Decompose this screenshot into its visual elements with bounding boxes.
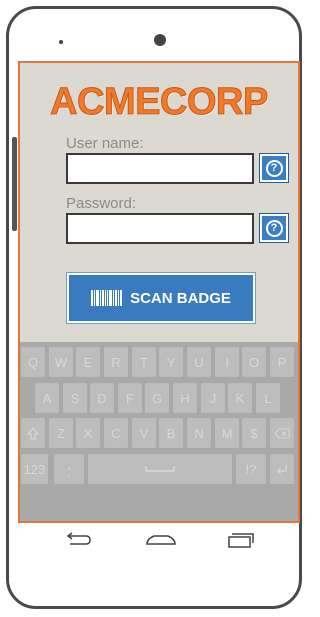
numbers-key[interactable]: 123: [21, 454, 48, 484]
period-label: .: [67, 465, 71, 480]
enter-icon: [277, 464, 287, 474]
backspace-icon: [274, 427, 290, 439]
key[interactable]: O: [242, 347, 266, 377]
enter-key[interactable]: [270, 454, 294, 484]
key[interactable]: E: [76, 347, 100, 377]
key[interactable]: P: [270, 347, 294, 377]
recents-icon[interactable]: [226, 531, 256, 549]
keyboard: Q W E R T Y U I O P A S D F G H J K L Z …: [20, 342, 298, 521]
key[interactable]: A: [35, 383, 59, 413]
key[interactable]: N: [187, 418, 211, 448]
scan-badge-label: SCAN BADGE: [130, 289, 231, 307]
symbols-key[interactable]: !?: [236, 454, 266, 484]
backspace-key[interactable]: [270, 418, 294, 448]
password-field[interactable]: [66, 213, 254, 244]
key[interactable]: J: [201, 383, 225, 413]
key[interactable]: G: [145, 383, 169, 413]
key[interactable]: W: [49, 347, 73, 377]
key[interactable]: S: [63, 383, 87, 413]
app-screen: ACMECORP User name: ? Password: ? SCAN B…: [18, 61, 300, 523]
space-icon: [145, 466, 175, 472]
username-help-button[interactable]: ?: [259, 153, 289, 183]
key[interactable]: R: [104, 347, 128, 377]
key[interactable]: H: [173, 383, 197, 413]
key[interactable]: $: [242, 418, 266, 448]
barcode-icon: [91, 290, 123, 306]
help-icon: ?: [265, 159, 283, 177]
username-label: User name:: [66, 135, 144, 152]
space-key[interactable]: [88, 454, 232, 484]
shift-key[interactable]: [21, 418, 45, 448]
key[interactable]: F: [118, 383, 142, 413]
key[interactable]: M: [215, 418, 239, 448]
key[interactable]: Q: [21, 347, 45, 377]
username-field[interactable]: [66, 153, 254, 184]
sensor-dot: [59, 40, 63, 44]
key[interactable]: T: [132, 347, 156, 377]
key[interactable]: D: [90, 383, 114, 413]
password-help-button[interactable]: ?: [259, 213, 289, 243]
punctuation-key[interactable]: , .: [54, 454, 84, 484]
brand-logo: ACMECORP: [50, 81, 269, 124]
key[interactable]: U: [187, 347, 211, 377]
front-camera: [154, 34, 166, 46]
back-icon[interactable]: [64, 531, 92, 549]
password-label: Password:: [66, 195, 137, 212]
key[interactable]: L: [256, 383, 280, 413]
key[interactable]: V: [132, 418, 156, 448]
key[interactable]: Y: [159, 347, 183, 377]
key[interactable]: I: [215, 347, 239, 377]
help-icon: ?: [265, 219, 283, 237]
key[interactable]: Z: [49, 418, 73, 448]
key[interactable]: C: [104, 418, 128, 448]
key[interactable]: X: [76, 418, 100, 448]
home-icon[interactable]: [145, 531, 177, 549]
key[interactable]: K: [228, 383, 252, 413]
scan-badge-button[interactable]: SCAN BADGE: [66, 272, 256, 324]
side-button: [12, 137, 17, 231]
key[interactable]: B: [159, 418, 183, 448]
shift-icon: [27, 426, 39, 440]
